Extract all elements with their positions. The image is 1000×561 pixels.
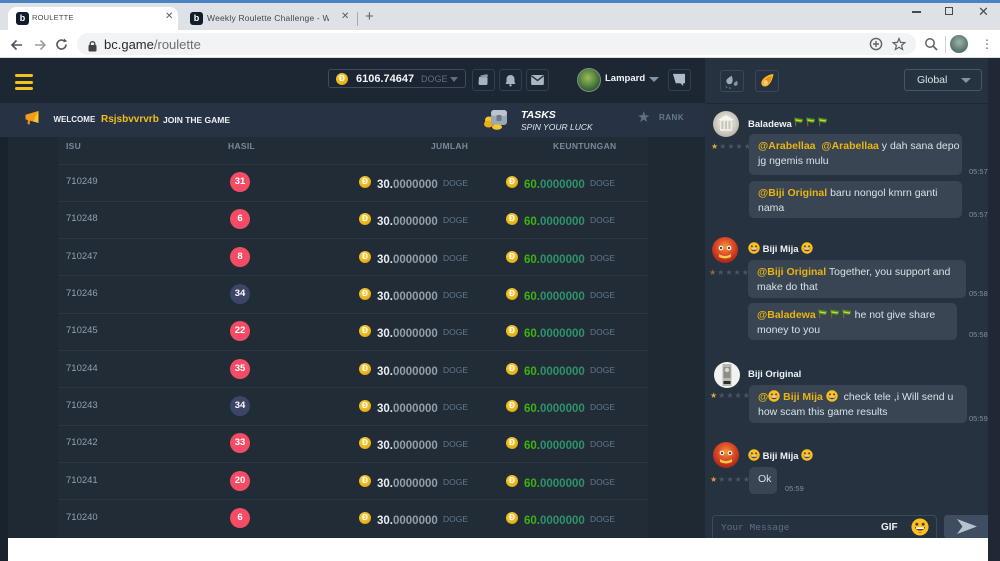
svg-text:B: B	[764, 81, 768, 87]
